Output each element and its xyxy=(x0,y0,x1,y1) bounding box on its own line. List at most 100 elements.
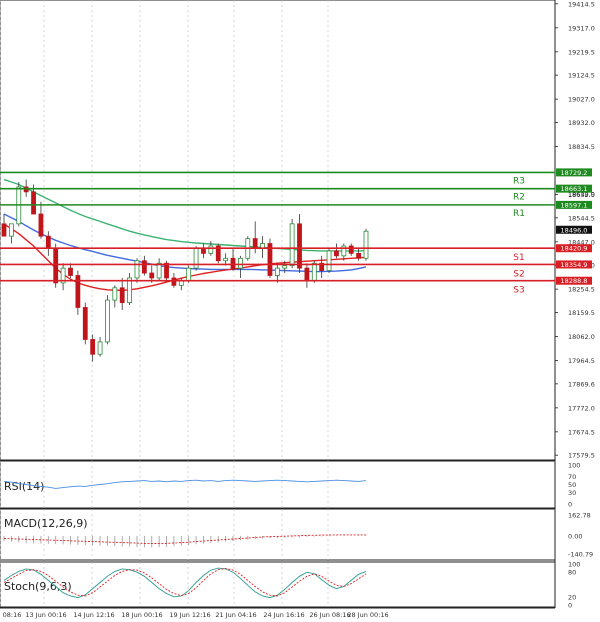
time-tick-label: 21 Jun 04:16 xyxy=(215,611,256,619)
candle-body xyxy=(304,267,310,281)
time-tick-label: 28 Jun 00:16 xyxy=(347,611,388,619)
candle-body xyxy=(238,257,243,269)
level-label-s3: S3 xyxy=(513,286,524,296)
time-tick-label: 13 Jun 00:16 xyxy=(25,611,66,619)
price-tick-label: 19414.5 xyxy=(568,0,595,8)
price-tick-label: 19027.0 xyxy=(568,96,595,104)
level-label-r2: R2 xyxy=(513,193,525,203)
candle-body xyxy=(156,262,162,279)
candle-body xyxy=(68,267,73,276)
candle xyxy=(127,273,132,306)
price-tick-label: 18544.5 xyxy=(568,214,595,222)
current-price-tag-text: 18496.0 xyxy=(561,226,588,234)
candle-body xyxy=(105,299,110,343)
level-label-s2: S2 xyxy=(513,269,524,279)
candle-body xyxy=(274,267,280,276)
time-tick-label: 14 Jun 12:16 xyxy=(73,611,114,619)
candle xyxy=(326,248,332,274)
candle-body xyxy=(53,248,59,284)
rsi-tick-label: 50 xyxy=(568,481,576,489)
level-label-s1: S1 xyxy=(513,253,524,263)
rsi-tick-label: 30 xyxy=(568,489,576,497)
rsi-frame xyxy=(0,460,556,509)
price-tick-label: 19317.0 xyxy=(568,24,595,32)
level-label-r1: R1 xyxy=(513,209,525,219)
level-label-r3: R3 xyxy=(513,176,525,186)
macd-tick-label: 162.78 xyxy=(568,512,591,520)
candle-body xyxy=(252,238,258,249)
rsi-tick-label: 0 xyxy=(568,501,572,509)
stoch-frame xyxy=(0,561,556,608)
price-tick-label: 17869.6 xyxy=(568,380,595,388)
candle-body xyxy=(1,223,7,237)
candle xyxy=(82,302,88,345)
time-axis: 08:16 13 Jun 00:16 14 Jun 12:16 18 Jun 00:1… xyxy=(0,607,555,619)
price-plot-frame xyxy=(0,0,556,461)
price-tick-label: 18159.5 xyxy=(568,309,595,317)
level-price-tag-text: 18420.9 xyxy=(561,245,588,253)
candle-body xyxy=(45,235,51,249)
candle xyxy=(289,218,295,269)
candle-body xyxy=(127,277,132,303)
candle-body xyxy=(289,223,295,267)
stoch-tick-label: 0 xyxy=(568,602,572,610)
candle-body xyxy=(186,267,192,281)
macd-title: MACD(12,26,9) xyxy=(4,517,88,530)
candle-body xyxy=(164,262,169,279)
price-tick-label: 17772.0 xyxy=(568,404,595,412)
level-price-tag-text: 18597.1 xyxy=(561,201,588,209)
candle-body xyxy=(97,341,103,355)
price-tick-label: 19219.5 xyxy=(568,48,595,56)
time-tick-label: 18 Jun 00:16 xyxy=(121,611,162,619)
trading-chart: 19414.5 19317.0 19219.5 19124.5 19027.0 18932… xyxy=(0,0,595,619)
candle-body xyxy=(119,287,125,303)
rsi-tick-label: 70 xyxy=(568,473,576,481)
candle-body xyxy=(348,245,354,254)
level-price-tag-text: 18288.8 xyxy=(561,277,588,285)
candle xyxy=(267,238,273,278)
candle-body xyxy=(90,339,96,355)
level-price-tag-text: 18729.2 xyxy=(561,169,588,177)
price-tick-label: 18254.5 xyxy=(568,286,595,294)
price-tick-label: 18834.5 xyxy=(568,143,595,151)
level-price-tag-text: 18663.1 xyxy=(561,185,588,193)
candle-body xyxy=(171,277,177,286)
candle-body xyxy=(297,223,302,269)
candle-body xyxy=(282,265,288,269)
candle-body xyxy=(208,245,214,254)
stoch-tick-label: 20 xyxy=(568,593,576,601)
candle-body xyxy=(311,262,317,281)
time-tick-label: 08:16 xyxy=(3,611,22,619)
candle-body xyxy=(141,260,147,274)
candle-body xyxy=(230,257,236,269)
time-tick-label: 19 Jun 12:16 xyxy=(169,611,210,619)
candle-body xyxy=(223,257,229,262)
level-price-tag-text: 18354.9 xyxy=(561,261,588,269)
macd-tick-label: 0.00 xyxy=(568,532,582,540)
price-tick-label: 18932.0 xyxy=(568,119,595,127)
candle-body xyxy=(334,250,339,257)
macd-panel: MACD(12,26,9) 162.78 0.00 -140.79 xyxy=(0,508,593,561)
rsi-tick-label: 100 xyxy=(568,462,580,470)
candle-body xyxy=(82,307,88,340)
candle xyxy=(105,295,110,345)
stoch-tick-label: 100 xyxy=(568,561,580,569)
rsi-panel: RSI(14)1007050300 xyxy=(0,460,580,509)
price-tick-label: 18062.0 xyxy=(568,333,595,341)
time-tick-label: 26 Jun 08:16 xyxy=(309,611,350,619)
candle xyxy=(215,243,221,264)
candle-body xyxy=(38,213,44,237)
stoch-panel: Stoch(9,6,3)10080200 xyxy=(0,561,580,610)
time-tick-label: 24 Jun 16:16 xyxy=(263,611,304,619)
price-tick-label: 17674.5 xyxy=(568,428,595,436)
candle xyxy=(363,228,369,261)
stoch-tick-label: 80 xyxy=(568,569,576,577)
macd-tick-label: -140.79 xyxy=(568,551,593,559)
candle-body xyxy=(201,248,206,254)
candle-body xyxy=(326,250,332,271)
candle-body xyxy=(149,272,155,279)
candle-body xyxy=(8,223,14,237)
candle xyxy=(193,245,199,271)
price-tick-label: 19124.5 xyxy=(568,72,595,80)
price-tick-label: 17579.5 xyxy=(568,452,595,460)
